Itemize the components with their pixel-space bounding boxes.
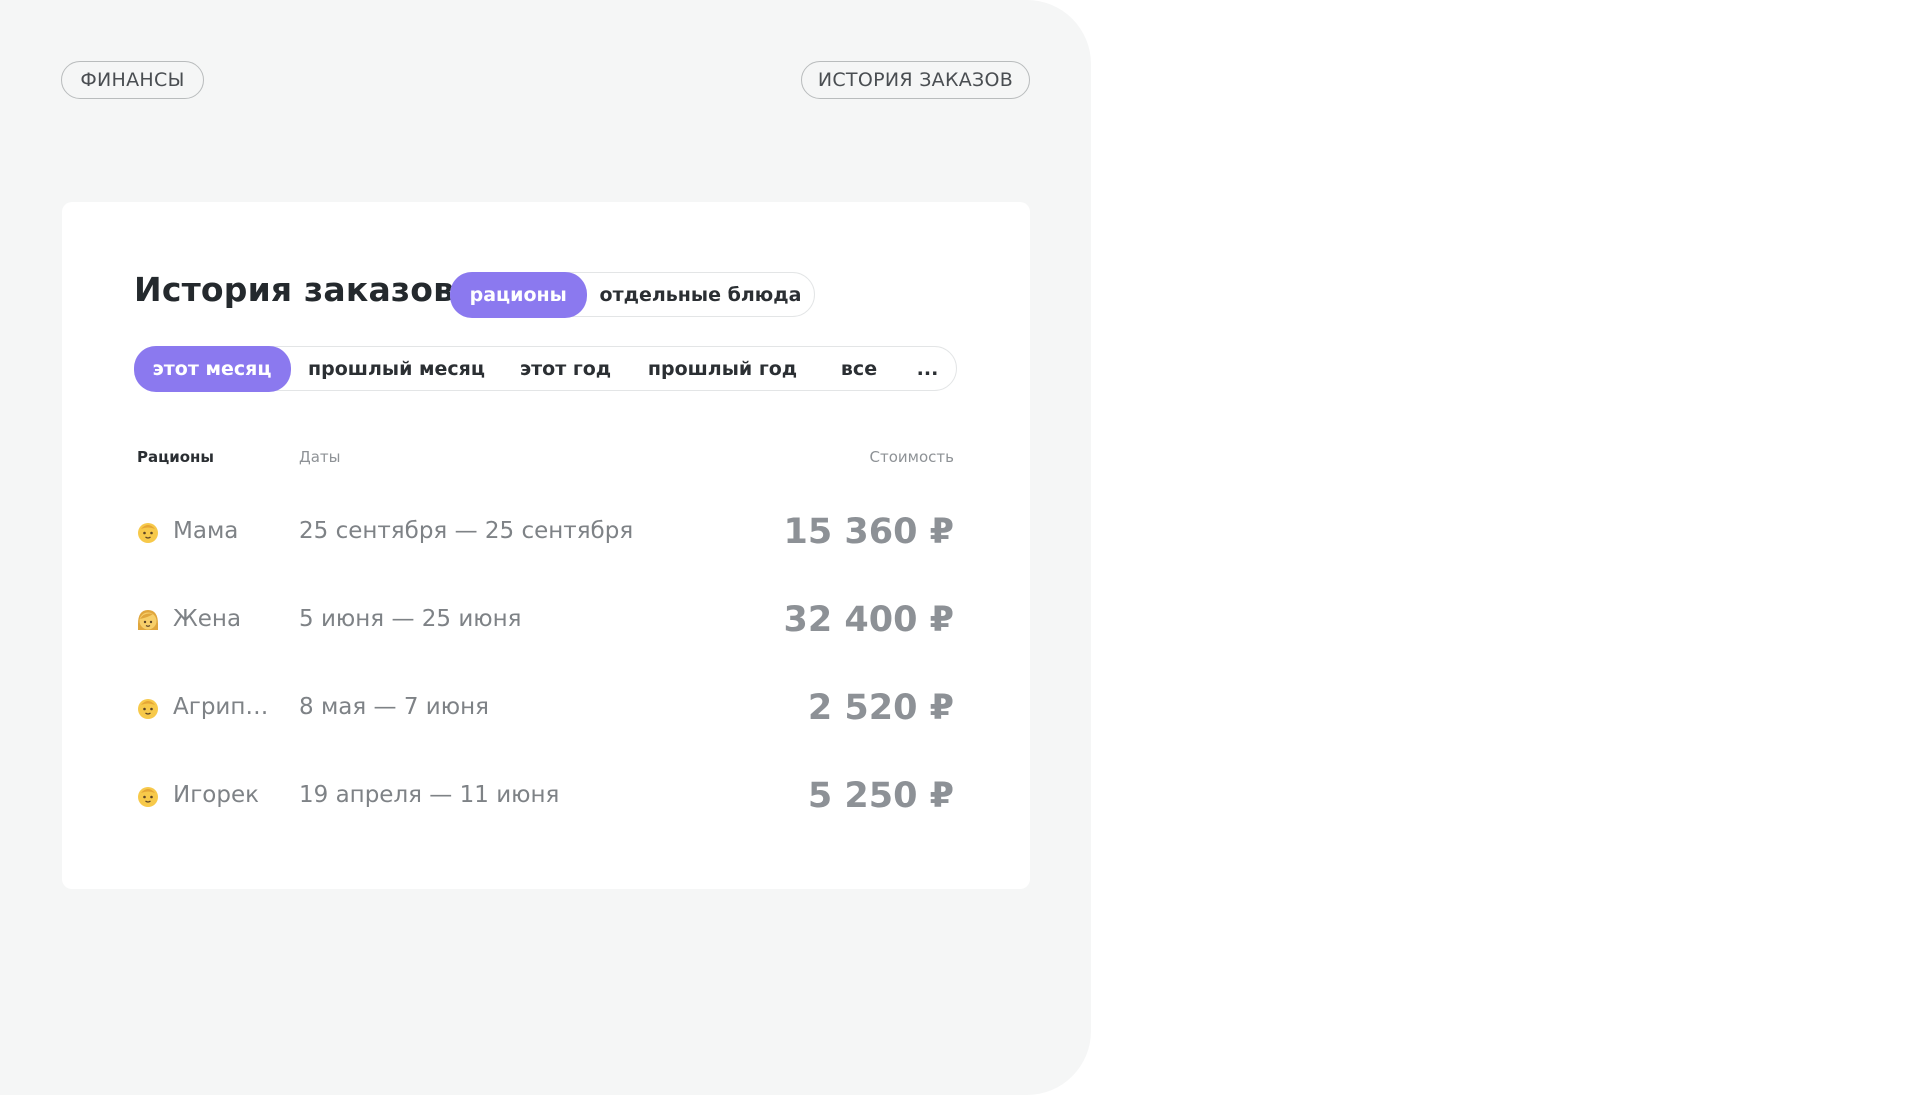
order-history-card: История заказов рационы отдельные блюда …	[62, 202, 1030, 889]
baby-face-icon	[138, 787, 158, 807]
table-row[interactable]: Жена 5 июня — 25 июня 32 400 ₽	[62, 590, 1030, 650]
row-dates: 8 мая — 7 июня	[299, 694, 489, 720]
tab-rations[interactable]: рационы	[449, 271, 587, 318]
row-name: Агрипи...	[173, 694, 273, 720]
row-price: 2 520 ₽	[807, 688, 954, 728]
breadcrumb-order-history[interactable]: ИСТОРИЯ ЗАКАЗОВ	[801, 61, 1030, 99]
row-price: 5 250 ₽	[807, 776, 954, 816]
period-last-month[interactable]: прошлый месяц	[291, 347, 503, 390]
row-dates: 25 сентября — 25 сентября	[299, 518, 634, 544]
column-header-cost: Стоимость	[869, 448, 954, 466]
row-name: Игорек	[173, 782, 260, 808]
column-header-rations: Рационы	[137, 448, 214, 466]
period-more[interactable]: ...	[902, 347, 954, 390]
period-this-year[interactable]: этот год	[503, 347, 629, 390]
period-last-year[interactable]: прошлый год	[629, 347, 817, 390]
app-panel: ФИНАНСЫ ИСТОРИЯ ЗАКАЗОВ История заказов …	[0, 0, 1091, 1095]
column-header-dates: Даты	[299, 448, 341, 466]
period-all[interactable]: все	[817, 347, 902, 390]
table-row[interactable]: Игорек 19 апреля — 11 июня 5 250 ₽	[62, 766, 1030, 826]
period-filter: этот месяц прошлый месяц этот год прошлы…	[133, 345, 957, 392]
row-dates: 5 июня — 25 июня	[299, 606, 522, 632]
row-price: 15 360 ₽	[783, 512, 955, 552]
table-row[interactable]: Мама 25 сентября — 25 сентября 15 360 ₽	[62, 502, 1030, 562]
girl-face-icon	[138, 610, 158, 630]
breadcrumb-finance[interactable]: ФИНАНСЫ	[61, 61, 204, 99]
baby-face-icon	[138, 699, 158, 719]
row-price: 32 400 ₽	[783, 600, 955, 640]
baby-face-icon	[138, 523, 158, 543]
table-row[interactable]: Агрипи... 8 мая — 7 июня 2 520 ₽	[62, 678, 1030, 738]
tab-single-dishes[interactable]: отдельные блюда	[587, 273, 814, 316]
period-this-month[interactable]: этот месяц	[133, 345, 291, 392]
row-name: Жена	[173, 606, 242, 632]
row-name: Мама	[173, 518, 239, 544]
type-toggle: рационы отдельные блюда	[449, 271, 815, 318]
page-title: История заказов	[134, 270, 455, 309]
row-dates: 19 апреля — 11 июня	[299, 782, 560, 808]
